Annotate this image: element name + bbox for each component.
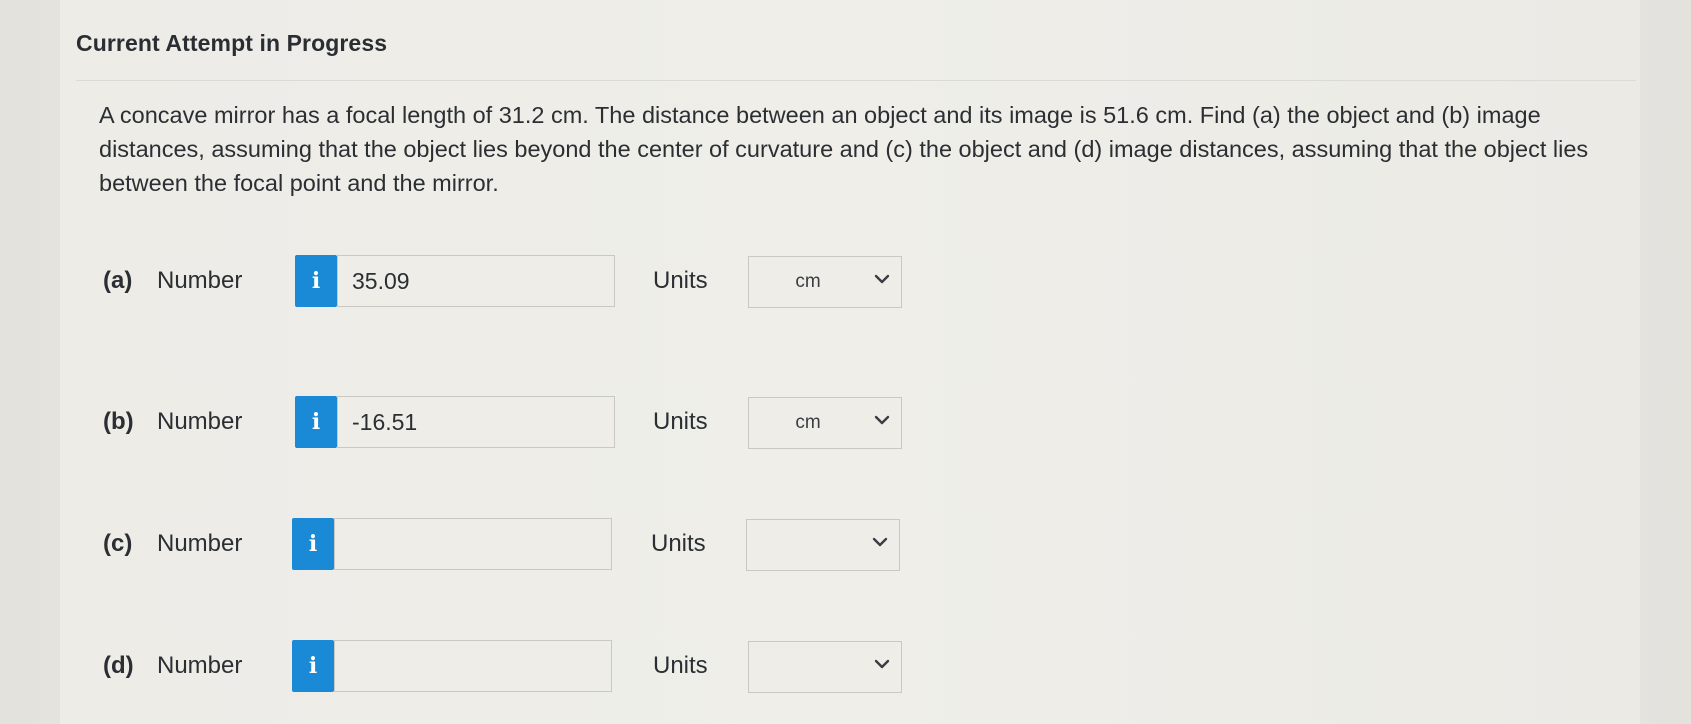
number-input[interactable]: -16.51 xyxy=(337,396,615,448)
chevron-down-icon xyxy=(874,415,890,425)
answer-row-a: (a) Number i 35.09 Units cm xyxy=(0,255,1691,309)
divider xyxy=(76,80,1636,81)
info-icon[interactable]: i xyxy=(295,396,337,448)
units-dropdown[interactable]: cm xyxy=(748,397,902,449)
units-label: Units xyxy=(653,267,708,294)
part-label: (a) xyxy=(103,267,133,294)
number-label: Number xyxy=(157,652,243,679)
question-text: A concave mirror has a focal length of 3… xyxy=(99,102,1589,196)
info-icon[interactable]: i xyxy=(292,640,334,692)
number-input[interactable] xyxy=(334,518,612,570)
units-dropdown[interactable] xyxy=(748,641,902,693)
selected-unit: cm xyxy=(795,412,821,433)
attempt-status-title: Current Attempt in Progress xyxy=(76,30,388,56)
part-label: (b) xyxy=(103,408,134,435)
number-label: Number xyxy=(157,408,243,435)
chevron-down-icon xyxy=(874,659,890,669)
chevron-down-icon xyxy=(872,537,888,547)
answer-row-b: (b) Number i -16.51 Units cm xyxy=(0,396,1691,450)
units-label: Units xyxy=(653,652,708,679)
units-label: Units xyxy=(651,530,706,557)
part-label: (c) xyxy=(103,530,133,557)
number-input[interactable]: 35.09 xyxy=(337,255,615,307)
selected-unit: cm xyxy=(795,271,821,292)
page: Current Attempt in Progress A concave mi… xyxy=(0,0,1691,724)
units-dropdown[interactable]: cm xyxy=(748,256,902,308)
units-label: Units xyxy=(653,408,708,435)
answer-row-c: (c) Number i Units xyxy=(0,518,1691,572)
part-label: (d) xyxy=(103,652,134,679)
chevron-down-icon xyxy=(874,274,890,284)
units-dropdown[interactable] xyxy=(746,519,900,571)
info-icon[interactable]: i xyxy=(295,255,337,307)
number-label: Number xyxy=(157,267,243,294)
answer-row-d: (d) Number i Units xyxy=(0,640,1691,694)
number-label: Number xyxy=(157,530,243,557)
info-icon[interactable]: i xyxy=(292,518,334,570)
number-input[interactable] xyxy=(334,640,612,692)
